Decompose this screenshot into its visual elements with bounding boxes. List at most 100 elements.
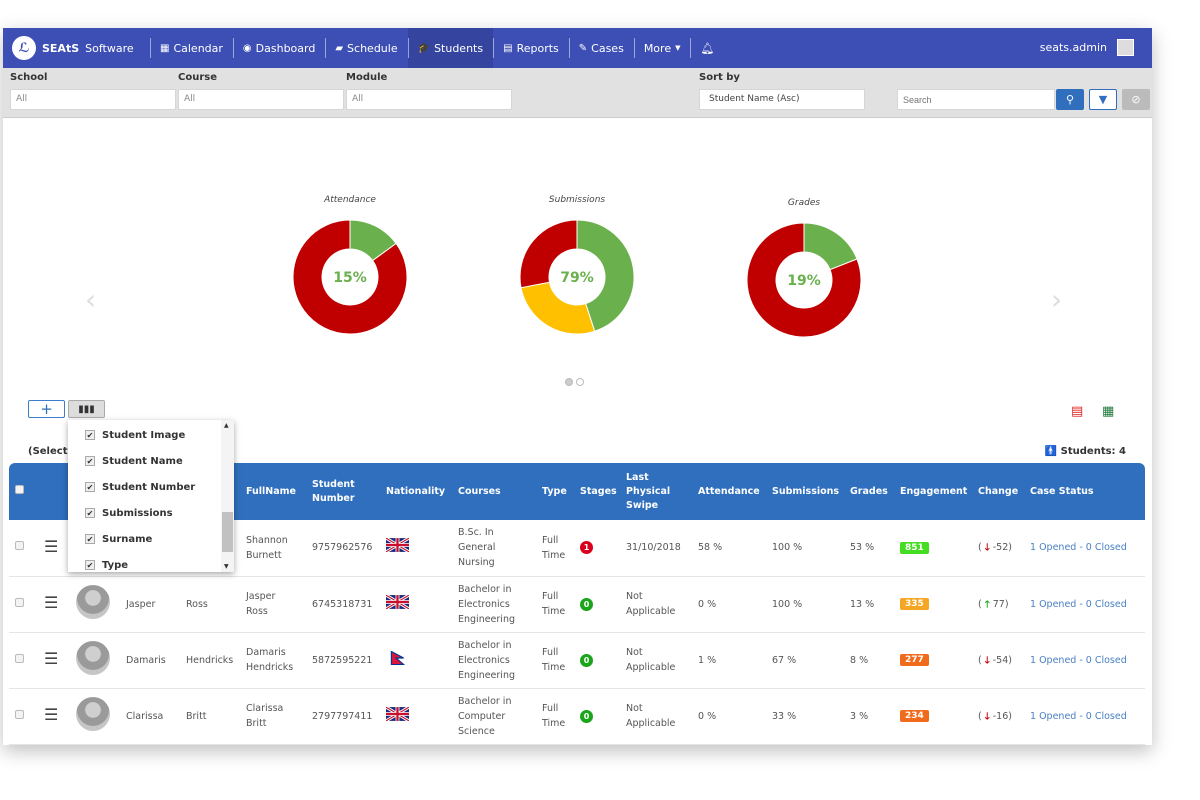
full-name: Jasper Ross [246, 591, 276, 617]
column-header[interactable]: Courses [452, 463, 536, 520]
case-status-link[interactable]: 1 Opened - 0 Closed [1030, 599, 1127, 610]
case-status-link[interactable]: 1 Opened - 0 Closed [1030, 655, 1127, 666]
row-menu-icon[interactable]: ☰ [44, 649, 58, 668]
chart-title: Grades [787, 198, 821, 208]
row-menu-icon[interactable]: ☰ [44, 593, 58, 612]
column-header[interactable]: Change [972, 463, 1024, 520]
search-input[interactable] [897, 89, 1055, 110]
course-select[interactable]: All [178, 89, 344, 110]
first-name: Clarissa [126, 710, 164, 722]
case-status-link[interactable]: 1 Opened - 0 Closed [1030, 542, 1127, 553]
column-header[interactable]: Engagement [894, 463, 972, 520]
pdf-export-icon[interactable]: ▤ [1071, 404, 1083, 419]
row-checkbox[interactable] [15, 709, 24, 719]
top-nav: ℒ SEAtS Software ▦ Calendar ◉ Dashboard ▰ Sche… [3, 28, 1152, 68]
columns-button[interactable]: ▮▮▮ [68, 400, 105, 418]
donut-value-label: 19% [787, 273, 821, 289]
nav-more[interactable]: More ▼ [633, 28, 691, 68]
excel-export-icon[interactable]: ▦ [1102, 404, 1114, 419]
carousel-next-button[interactable]: › [1051, 283, 1062, 316]
avatar [76, 640, 110, 675]
nav-label: Calendar [173, 41, 223, 55]
row-checkbox[interactable] [15, 597, 24, 607]
case-status-link[interactable]: 1 Opened - 0 Closed [1030, 711, 1127, 722]
grades: 3 % [850, 710, 869, 722]
dropdown-scrollbar[interactable]: ▲ ▼ [221, 420, 234, 572]
nav-schedule[interactable]: ▰ Schedule [325, 28, 407, 68]
clear-filter-button[interactable]: ⊘ [1122, 89, 1150, 110]
module-select[interactable]: All [346, 89, 512, 110]
carousel-dot-1[interactable] [565, 378, 573, 386]
scrollbar-thumb[interactable] [222, 512, 233, 552]
column-header[interactable]: FullName [240, 463, 306, 520]
logo[interactable]: ℒ SEAtS Software [12, 36, 134, 60]
row-checkbox[interactable] [15, 653, 24, 663]
column-option[interactable]: ✔ Student Image [68, 422, 234, 448]
nav-calendar[interactable]: ▦ Calendar [150, 28, 233, 68]
submissions: 100 % [772, 598, 803, 610]
add-button[interactable]: + [28, 400, 65, 418]
app-window: ℒ SEAtS Software ▦ Calendar ◉ Dashboard ▰ Sche… [3, 28, 1152, 745]
brand-name: SEAtS [42, 41, 80, 55]
checkbox-checked[interactable]: ✔ [85, 560, 95, 570]
filter-button[interactable]: ▼ [1089, 89, 1117, 110]
student-number: 9757962576 [312, 542, 373, 554]
column-option[interactable]: ✔ Surname [68, 526, 234, 552]
nav-dashboard[interactable]: ◉ Dashboard [232, 28, 325, 68]
column-option-label: Student Image [102, 429, 186, 441]
grades: 8 % [850, 654, 869, 666]
chart-title: Attendance [324, 195, 376, 205]
column-header[interactable] [9, 463, 38, 520]
checkbox-checked[interactable]: ✔ [85, 456, 95, 466]
plus-icon: + [40, 400, 53, 418]
donut-segment[interactable] [520, 281, 596, 335]
notifications-button[interactable]: 🔔︎ [690, 28, 724, 68]
sort-label: Sort by [699, 72, 740, 83]
nav-reports[interactable]: ▤ Reports [493, 28, 569, 68]
username: seats.admin [1039, 41, 1107, 54]
nav-students[interactable]: 🎓 Students [407, 28, 494, 68]
column-header[interactable]: Type [536, 463, 574, 520]
search-button[interactable]: ⚲ [1056, 89, 1084, 110]
checkbox-checked[interactable]: ✔ [85, 534, 95, 544]
column-option[interactable]: ✔ Submissions [68, 500, 234, 526]
carousel-dot-2[interactable] [576, 378, 584, 386]
nav-cases[interactable]: ✎ Cases [568, 28, 634, 68]
full-name: Damaris Hendricks [246, 647, 294, 673]
column-header[interactable]: Submissions [766, 463, 844, 520]
carousel-prev-button[interactable]: ‹ [85, 283, 96, 316]
change: ( 🡓 -16) [978, 710, 1012, 722]
type: Full Time [542, 534, 566, 561]
column-header[interactable]: Last Physical Swipe [620, 463, 692, 520]
sort-select[interactable]: Student Name (Asc) [699, 89, 865, 110]
column-header[interactable]: Grades [844, 463, 894, 520]
row-menu-icon[interactable]: ☰ [44, 537, 58, 556]
column-header[interactable] [38, 463, 70, 520]
row-checkbox[interactable] [15, 541, 24, 551]
column-option[interactable]: ✔ Student Name [68, 448, 234, 474]
table-row[interactable]: ☰ Clarissa Britt Clarissa Britt 2797797411 Ba… [9, 688, 1145, 744]
table-row[interactable]: ☰ Damaris Hendricks Damaris Hendricks 587259… [9, 632, 1145, 688]
edit-icon: ✎ [578, 42, 588, 54]
checkbox-checked[interactable]: ✔ [85, 430, 95, 440]
last-swipe: Not Applicable [626, 591, 676, 617]
checkbox-checked[interactable]: ✔ [85, 508, 95, 518]
column-header[interactable]: Attendance [692, 463, 766, 520]
column-option[interactable]: ✔ Type [68, 552, 234, 572]
avatar [76, 584, 110, 619]
student-number: 2797797411 [312, 710, 373, 722]
first-name: Damaris [126, 654, 166, 666]
school-select[interactable]: All [10, 89, 176, 110]
column-option[interactable]: ✔ Student Number [68, 474, 234, 500]
column-header[interactable]: Stages [574, 463, 620, 520]
checkbox-checked[interactable]: ✔ [85, 482, 95, 492]
select-all-checkbox[interactable] [15, 484, 24, 494]
row-menu-icon[interactable]: ☰ [44, 705, 58, 724]
engagement-badge: 234 [900, 710, 929, 722]
user-menu[interactable]: seats.admin [1040, 39, 1134, 56]
column-header[interactable]: Student Number [306, 463, 380, 520]
table-row[interactable]: ☰ Jasper Ross Jasper Ross 6745318731 Bachelor… [9, 576, 1145, 632]
grades: 13 % [850, 598, 875, 610]
column-header[interactable]: Nationality [380, 463, 452, 520]
column-header[interactable]: Case Status [1024, 463, 1145, 520]
